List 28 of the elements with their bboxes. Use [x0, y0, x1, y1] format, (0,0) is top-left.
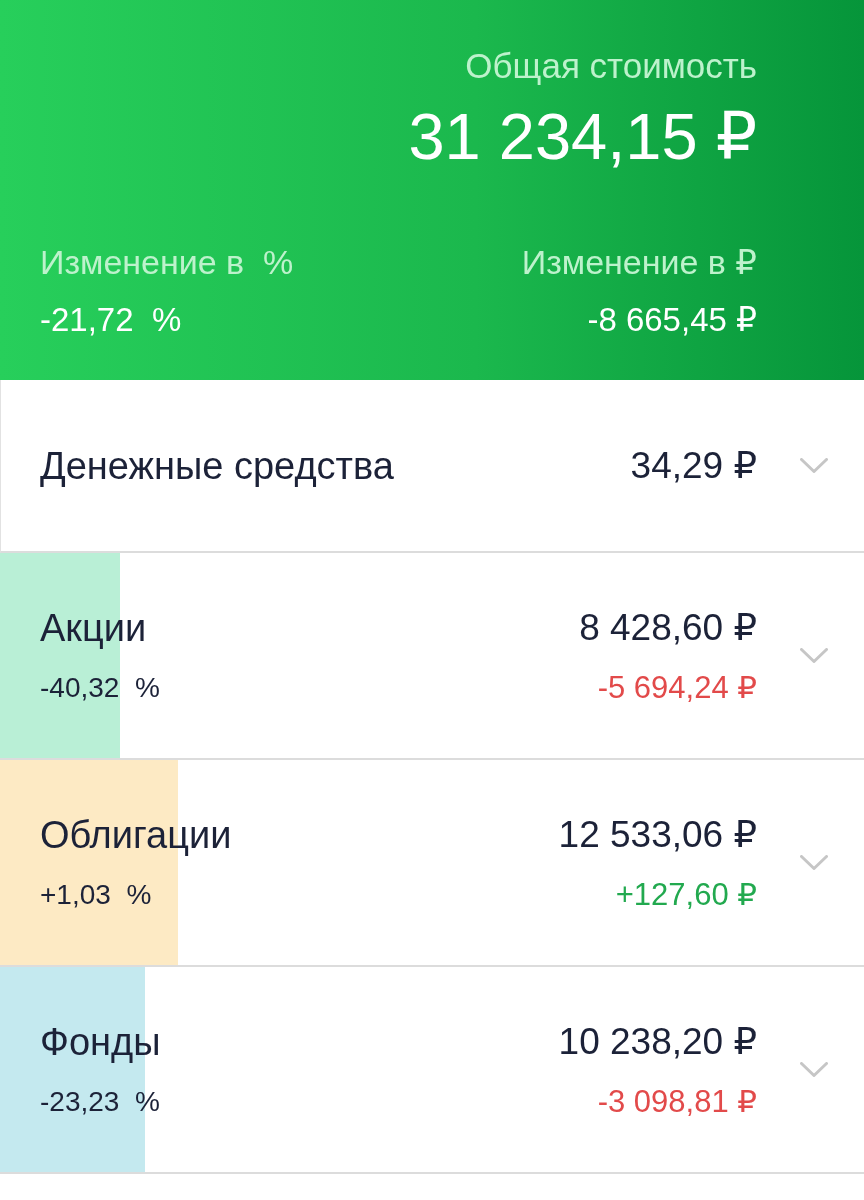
category-row[interactable]: Облигации +1,03 % 12 533,06 ₽ +127,60 ₽ [0, 760, 864, 967]
category-name: Акции [40, 605, 147, 650]
category-value: 34,29 ₽ [630, 443, 757, 488]
total-label: Общая стоимость [465, 46, 757, 86]
change-percent-label: Изменение в % [40, 242, 294, 282]
category-change: -3 098,81 ₽ [597, 1083, 757, 1120]
category-name: Фонды [40, 1019, 161, 1064]
total-value: 31 234,15 ₽ [408, 102, 757, 172]
category-percent: -23,23 % [40, 1084, 160, 1119]
chevron-down-icon [800, 855, 828, 870]
change-rub-value: -8 665,45 ₽ [587, 300, 757, 340]
category-row[interactable]: Фонды -23,23 % 10 238,20 ₽ -3 098,81 ₽ [0, 967, 864, 1174]
category-value: 12 533,06 ₽ [558, 812, 757, 857]
category-row[interactable]: Акции -40,32 % 8 428,60 ₽ -5 694,24 ₽ [0, 553, 864, 760]
category-name: Облигации [40, 812, 232, 857]
change-percent-value: -21,72 % [40, 300, 183, 340]
category-value: 8 428,60 ₽ [579, 605, 757, 650]
category-value: 10 238,20 ₽ [558, 1019, 757, 1064]
chevron-down-icon [800, 648, 828, 663]
chevron-down-icon [800, 1062, 828, 1077]
category-name: Денежные средства [40, 443, 394, 488]
category-row[interactable]: Денежные средства 34,29 ₽ [0, 380, 864, 553]
chevron-down-icon [800, 458, 828, 473]
category-change: +127,60 ₽ [615, 876, 757, 913]
category-percent: +1,03 % [40, 877, 152, 912]
category-percent: -40,32 % [40, 670, 160, 705]
category-change: -5 694,24 ₽ [597, 669, 757, 706]
change-rub-label: Изменение в ₽ [521, 242, 757, 282]
